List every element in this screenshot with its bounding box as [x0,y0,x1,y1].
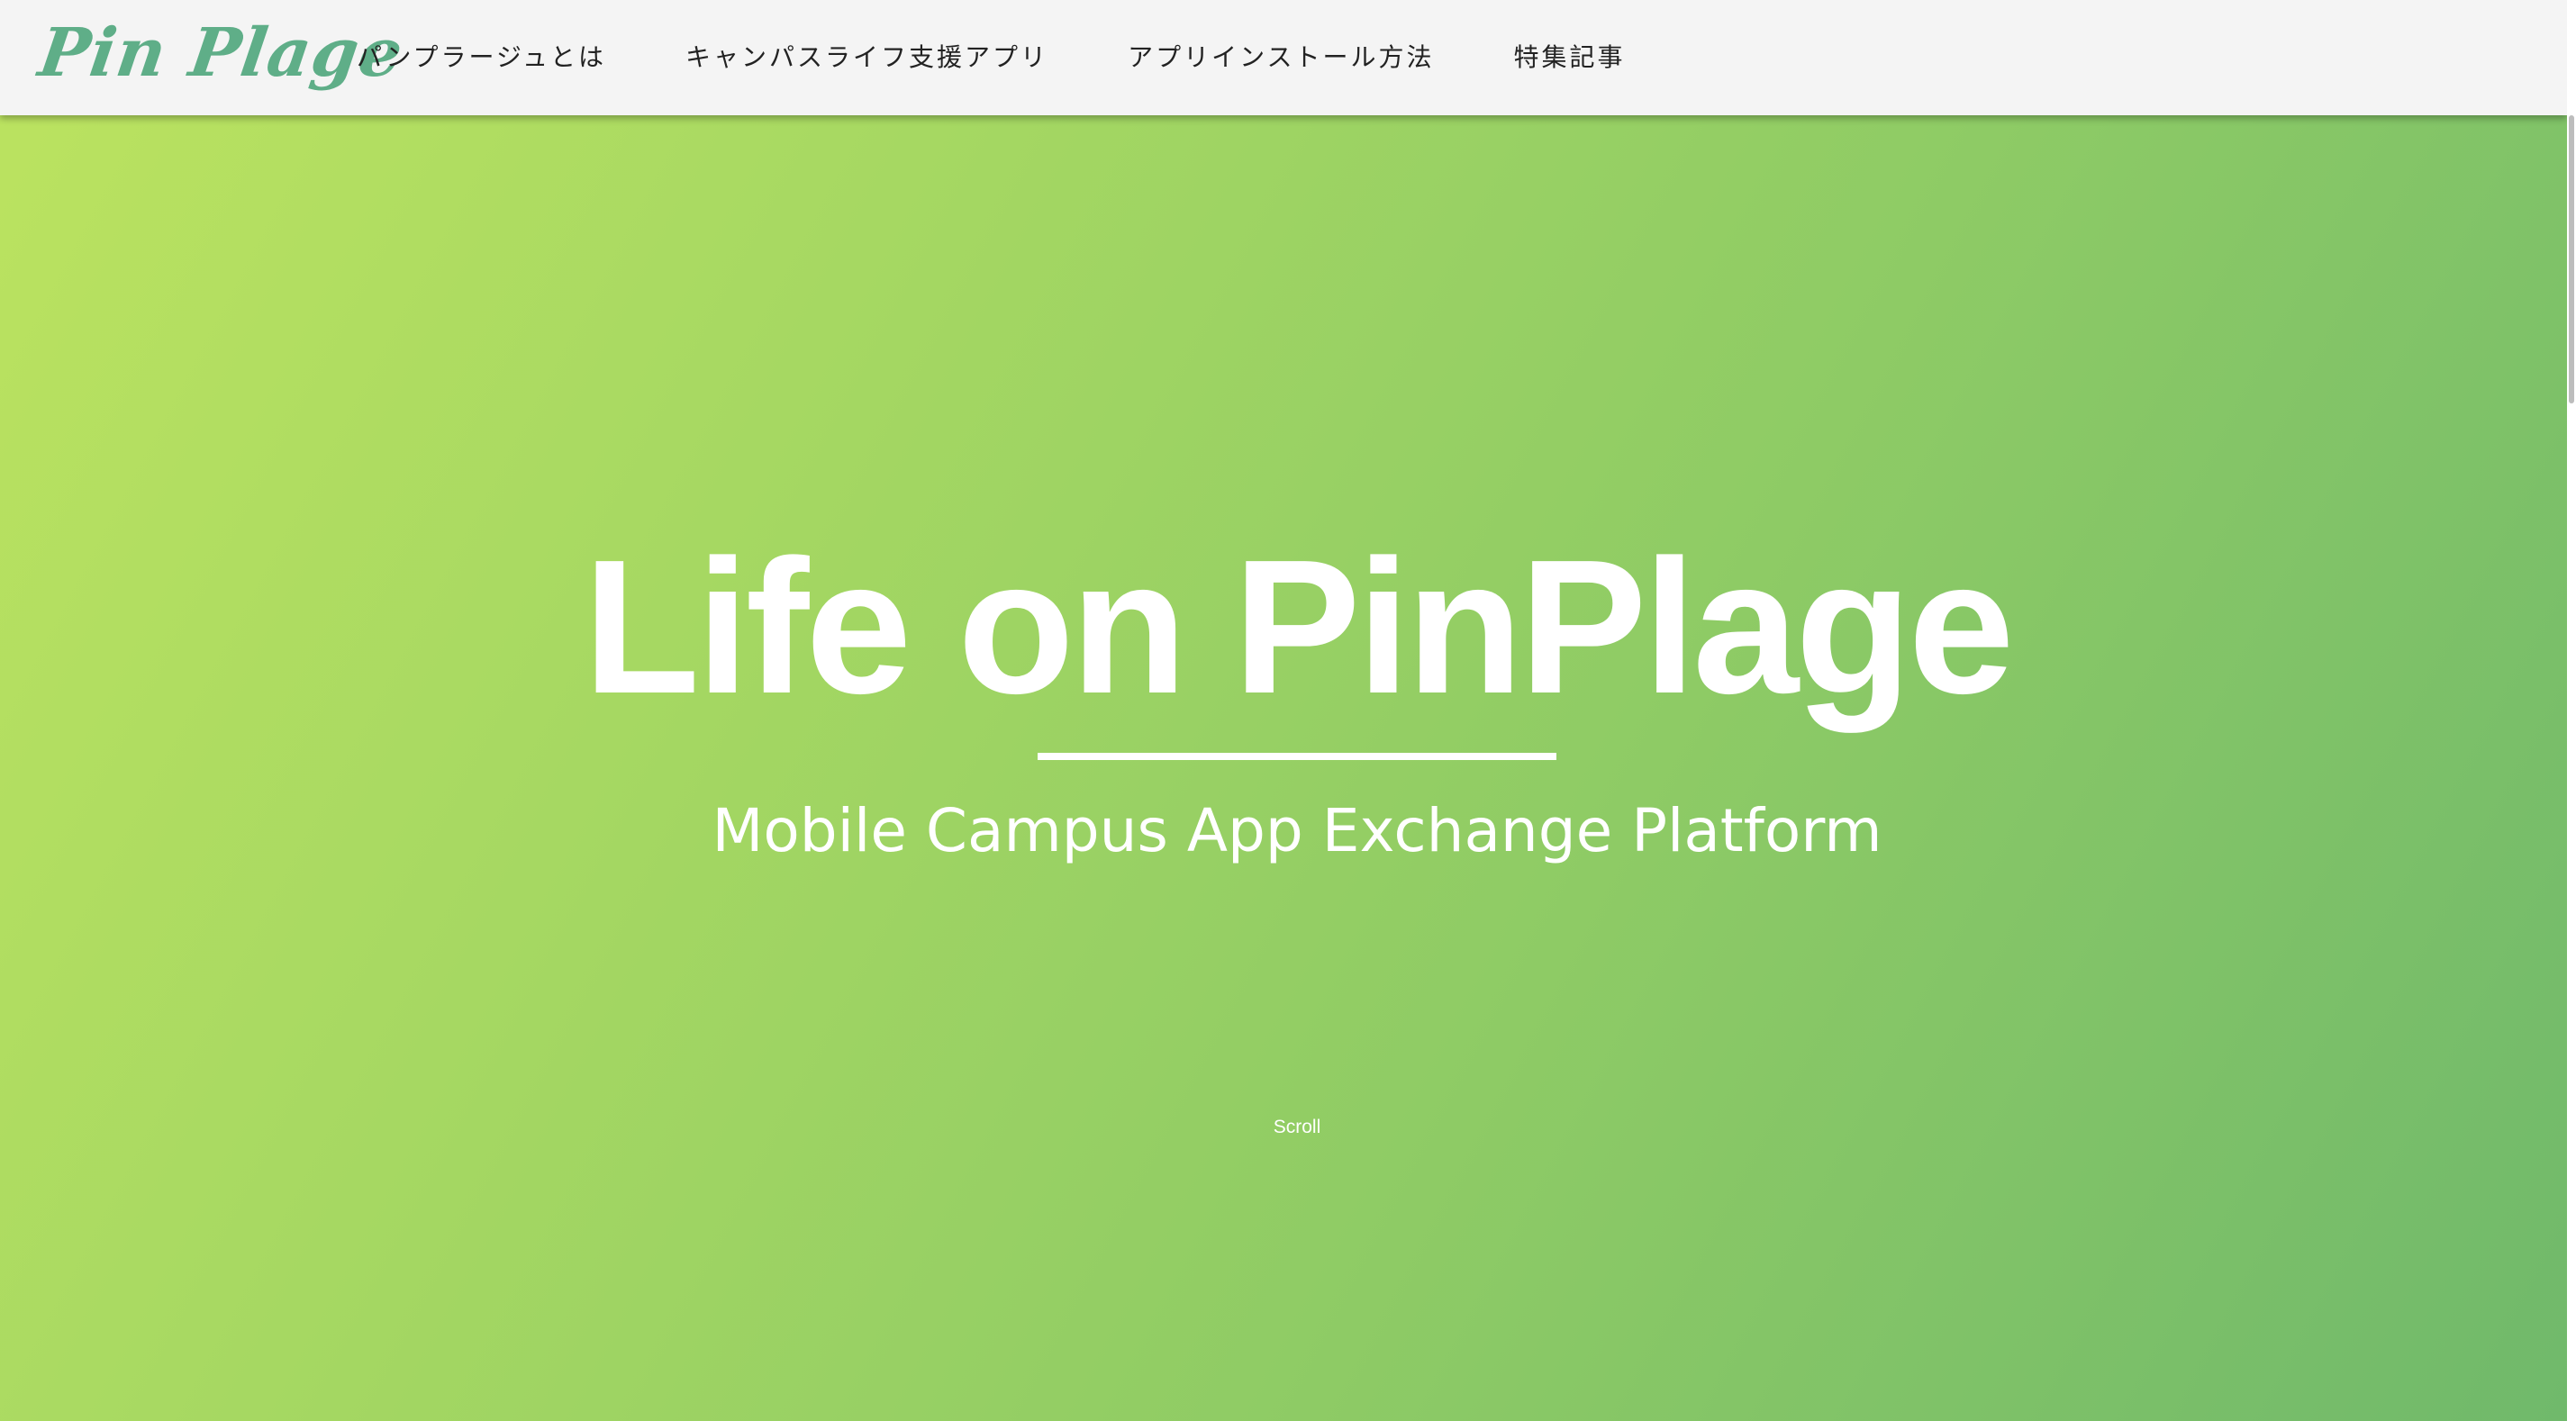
scroll-link[interactable]: Scroll [0,1117,2576,1138]
nav-item-campus-apps[interactable]: キャンパスライフ支援アプリ [685,45,1048,70]
page-scrollbar[interactable] [2567,0,2576,1421]
hero-title: Life on PinPlage [583,520,2014,733]
hero-divider [1038,753,1556,760]
nav-item-about[interactable]: パンプラージュとは [357,45,606,70]
scrollbar-thumb[interactable] [2569,115,2574,403]
hero-section: Life on PinPlage Mobile Campus App Excha… [0,0,2567,1421]
site-logo[interactable]: Pin Plage [32,4,409,103]
nav-item-install-guide[interactable]: アプリインストール方法 [1128,45,1434,70]
site-header: Pin Plage パンプラージュとは キャンパスライフ支援アプリ アプリインス… [0,0,2567,115]
hero-subtitle: Mobile Campus App Exchange Platform [712,796,1882,865]
nav-item-features[interactable]: 特集記事 [1514,45,1626,70]
page: Life on PinPlage Mobile Campus App Excha… [0,0,2576,1421]
main-nav: パンプラージュとは キャンパスライフ支援アプリ アプリインストール方法 特集記事 [357,0,1626,115]
